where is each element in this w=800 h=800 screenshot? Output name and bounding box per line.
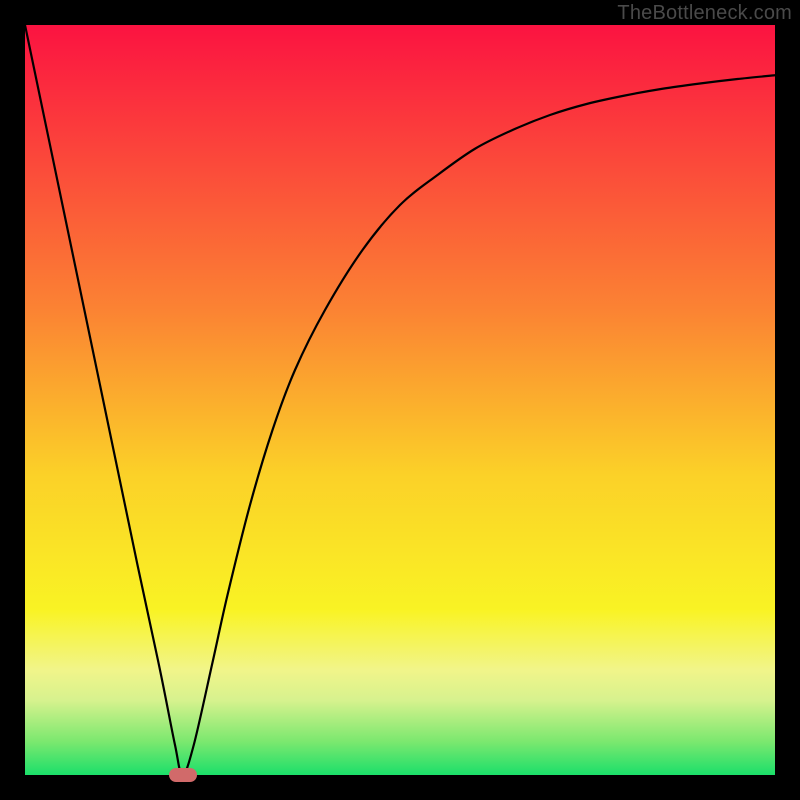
minimum-marker: [169, 768, 197, 782]
attribution-label: TheBottleneck.com: [617, 2, 792, 25]
gradient-bg: [25, 25, 775, 775]
chart-frame: TheBottleneck.com: [0, 0, 800, 800]
plot-area: [25, 25, 775, 775]
